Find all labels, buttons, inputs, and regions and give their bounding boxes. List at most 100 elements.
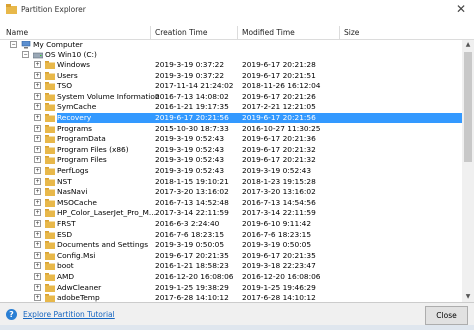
expand-toggle[interactable]: + bbox=[34, 251, 41, 259]
collapse-toggle[interactable]: − bbox=[10, 41, 17, 48]
folder-icon bbox=[45, 167, 55, 175]
tree-row-folder[interactable]: + HP_Color_LaserJet_Pro_M... 2017-3-14 22:… bbox=[0, 208, 462, 218]
expand-toggle[interactable]: + bbox=[34, 124, 41, 132]
creation-time-cell: 2016-7-13 14:52:48 bbox=[155, 197, 229, 207]
tree-row-folder[interactable]: + NasNavi 2017-3-20 13:16:02 2017-3-20 13:1… bbox=[0, 187, 462, 197]
column-modified-time[interactable]: Modified Time bbox=[242, 28, 295, 37]
folder-icon bbox=[45, 251, 55, 260]
modified-time-cell: 2019-3-19 0:50:05 bbox=[242, 240, 312, 250]
tree-item-name: MSOCache bbox=[57, 197, 97, 207]
tree-row-folder[interactable]: + FRST 2016-6-3 2:24:40 2019-6-10 9:11:42 bbox=[0, 219, 462, 229]
footer-bar: ? Explore Partition Tutorial Close bbox=[0, 302, 474, 330]
creation-time-cell: 2019-3-19 0:52:43 bbox=[155, 144, 225, 154]
vertical-scrollbar[interactable]: ▲ ▼ bbox=[462, 40, 474, 302]
tree-row-folder[interactable]: + Program Files (x86) 2019-3-19 0:52:43 201… bbox=[0, 145, 462, 155]
expand-toggle[interactable]: + bbox=[34, 92, 41, 100]
column-size[interactable]: Size bbox=[344, 28, 359, 37]
tree-row-folder[interactable]: + PerfLogs 2019-3-19 0:52:43 2019-3-19 0:52… bbox=[0, 166, 462, 176]
folder-icon bbox=[45, 241, 55, 250]
modified-time-cell: 2016-10-27 11:30:25 bbox=[242, 123, 321, 133]
tree-item-name: Recovery bbox=[57, 113, 92, 122]
tree-item-name: NST bbox=[57, 176, 72, 186]
folder-icon bbox=[45, 262, 55, 271]
title-bar: Partition Explorer ✕ bbox=[0, 0, 474, 19]
partition-explorer-window: Partition Explorer ✕ Name Creation Time … bbox=[0, 0, 474, 330]
tree-row-folder[interactable]: + NST 2018-1-15 19:10:21 2018-1-23 19:15:28 bbox=[0, 177, 462, 187]
creation-time-cell: 2017-3-20 13:16:02 bbox=[155, 187, 229, 197]
expand-toggle[interactable]: + bbox=[34, 273, 41, 280]
tree-row-folder[interactable]: + AdwCleaner 2019-1-25 19:38:29 2019-1-25 1… bbox=[0, 283, 462, 293]
modified-time-cell: 2016-7-6 18:23:15 bbox=[242, 229, 312, 239]
expand-toggle[interactable]: + bbox=[34, 220, 41, 227]
expand-toggle[interactable]: + bbox=[34, 188, 41, 196]
tree-row-folder[interactable]: + ESD 2016-7-6 18:23:15 2016-7-6 18:23:15 bbox=[0, 230, 462, 240]
column-name[interactable]: Name bbox=[6, 28, 28, 37]
scroll-up-icon[interactable]: ▲ bbox=[462, 40, 474, 50]
modified-time-cell: 2019-6-17 20:21:32 bbox=[242, 144, 316, 154]
window-title: Partition Explorer bbox=[21, 5, 86, 14]
tree-row-folder[interactable]: + Windows 2019-3-19 0:37:22 2019-6-17 20:21… bbox=[0, 60, 462, 70]
expand-toggle[interactable]: + bbox=[34, 230, 41, 238]
close-button[interactable]: Close bbox=[425, 306, 468, 325]
expand-toggle[interactable]: + bbox=[34, 241, 41, 249]
tree-row-folder[interactable]: + Program Files 2019-3-19 0:52:43 2019-6-17… bbox=[0, 155, 462, 165]
tree-row-folder[interactable]: + System Volume Information 2016-7-13 14:0… bbox=[0, 92, 462, 102]
column-divider[interactable] bbox=[150, 26, 151, 39]
creation-time-cell: 2019-3-19 0:52:43 bbox=[155, 134, 225, 144]
expand-toggle[interactable]: + bbox=[34, 114, 41, 121]
tree-item-name: FRST bbox=[57, 219, 76, 228]
folder-icon bbox=[45, 273, 55, 281]
creation-time-cell: 2018-1-15 19:10:21 bbox=[155, 176, 229, 186]
folder-icon bbox=[45, 114, 55, 122]
expand-toggle[interactable]: + bbox=[34, 294, 41, 302]
expand-toggle[interactable]: + bbox=[34, 156, 41, 164]
tree-label: My Computer bbox=[33, 40, 83, 49]
modified-time-cell: 2019-6-17 20:21:51 bbox=[242, 70, 316, 80]
tree-row-folder[interactable]: + TSO 2017-11-14 21:24:02 2018-11-26 16:12:… bbox=[0, 81, 462, 91]
collapse-toggle[interactable]: − bbox=[22, 51, 29, 58]
column-divider[interactable] bbox=[339, 26, 340, 39]
expand-toggle[interactable]: + bbox=[34, 71, 41, 79]
tree-item-name: AMD bbox=[57, 272, 75, 281]
explore-partition-tutorial-link[interactable]: Explore Partition Tutorial bbox=[23, 310, 115, 319]
tree-row-folder[interactable]: + Config.Msi 2019-6-17 20:21:35 2019-6-17 2… bbox=[0, 251, 462, 261]
expand-toggle[interactable]: + bbox=[34, 103, 41, 111]
tree-row-drive[interactable]: − OS Win10 (C:) bbox=[0, 50, 462, 60]
tree-row-folder[interactable]: + Programs 2015-10-30 18:7:33 2016-10-27 11… bbox=[0, 124, 462, 134]
creation-time-cell: 2019-6-17 20:21:35 bbox=[155, 250, 229, 260]
expand-toggle[interactable]: + bbox=[34, 177, 41, 185]
close-icon[interactable]: ✕ bbox=[456, 3, 466, 15]
tree-row-folder[interactable]: + adobeTemp 2017-6-28 14:10:12 2017-6-28 14… bbox=[0, 293, 462, 302]
expand-toggle[interactable]: + bbox=[34, 283, 41, 291]
creation-time-cell: 2019-3-19 0:52:43 bbox=[155, 155, 225, 165]
expand-toggle[interactable]: + bbox=[34, 262, 41, 270]
expand-toggle[interactable]: + bbox=[34, 167, 41, 174]
expand-toggle[interactable]: + bbox=[34, 209, 41, 217]
tree-row-folder[interactable]: + Users 2019-3-19 0:37:22 2019-6-17 20:21:5… bbox=[0, 71, 462, 81]
modified-time-cell: 2019-6-17 20:21:32 bbox=[242, 155, 316, 165]
scroll-thumb[interactable] bbox=[464, 52, 472, 162]
tree-row-folder[interactable]: + Documents and Settings 2019-3-19 0:50:05… bbox=[0, 240, 462, 250]
scroll-down-icon[interactable]: ▼ bbox=[462, 292, 474, 302]
tree-row-my-computer[interactable]: − My Computer bbox=[0, 40, 462, 50]
expand-toggle[interactable]: + bbox=[34, 82, 41, 90]
tree-row-folder[interactable]: + MSOCache 2016-7-13 14:52:48 2016-7-13 14:… bbox=[0, 198, 462, 208]
tree-row-folder[interactable]: + ProgramData 2019-3-19 0:52:43 2019-6-17 2… bbox=[0, 134, 462, 144]
tree-row-folder[interactable]: + AMD 2016-12-20 16:08:06 2016-12-20 16:08:… bbox=[0, 272, 462, 282]
tree-row-folder[interactable]: + Recovery 2019-6-17 20:21:56 2019-6-17 20:… bbox=[0, 113, 462, 123]
modified-time-cell: 2019-3-18 22:23:47 bbox=[242, 261, 316, 271]
expand-toggle[interactable]: + bbox=[34, 61, 41, 68]
column-creation-time[interactable]: Creation Time bbox=[155, 28, 207, 37]
tree-label: OS Win10 (C:) bbox=[45, 50, 97, 59]
taskbar-strip bbox=[0, 325, 474, 330]
modified-time-cell: 2018-11-26 16:12:04 bbox=[242, 81, 321, 91]
file-tree[interactable]: − My Computer − OS Win10 (C:) + Windows 20… bbox=[0, 40, 462, 302]
column-divider[interactable] bbox=[237, 26, 238, 39]
modified-time-cell: 2017-3-14 22:11:59 bbox=[242, 208, 316, 218]
tree-row-folder[interactable]: + SymCache 2016-1-21 19:17:35 2017-2-21 12:… bbox=[0, 102, 462, 112]
expand-toggle[interactable]: + bbox=[34, 198, 41, 206]
help-icon: ? bbox=[6, 309, 17, 320]
tree-row-folder[interactable]: + boot 2016-1-21 18:58:23 2019-3-18 22:23:4… bbox=[0, 261, 462, 271]
expand-toggle[interactable]: + bbox=[34, 135, 41, 143]
expand-toggle[interactable]: + bbox=[34, 145, 41, 153]
